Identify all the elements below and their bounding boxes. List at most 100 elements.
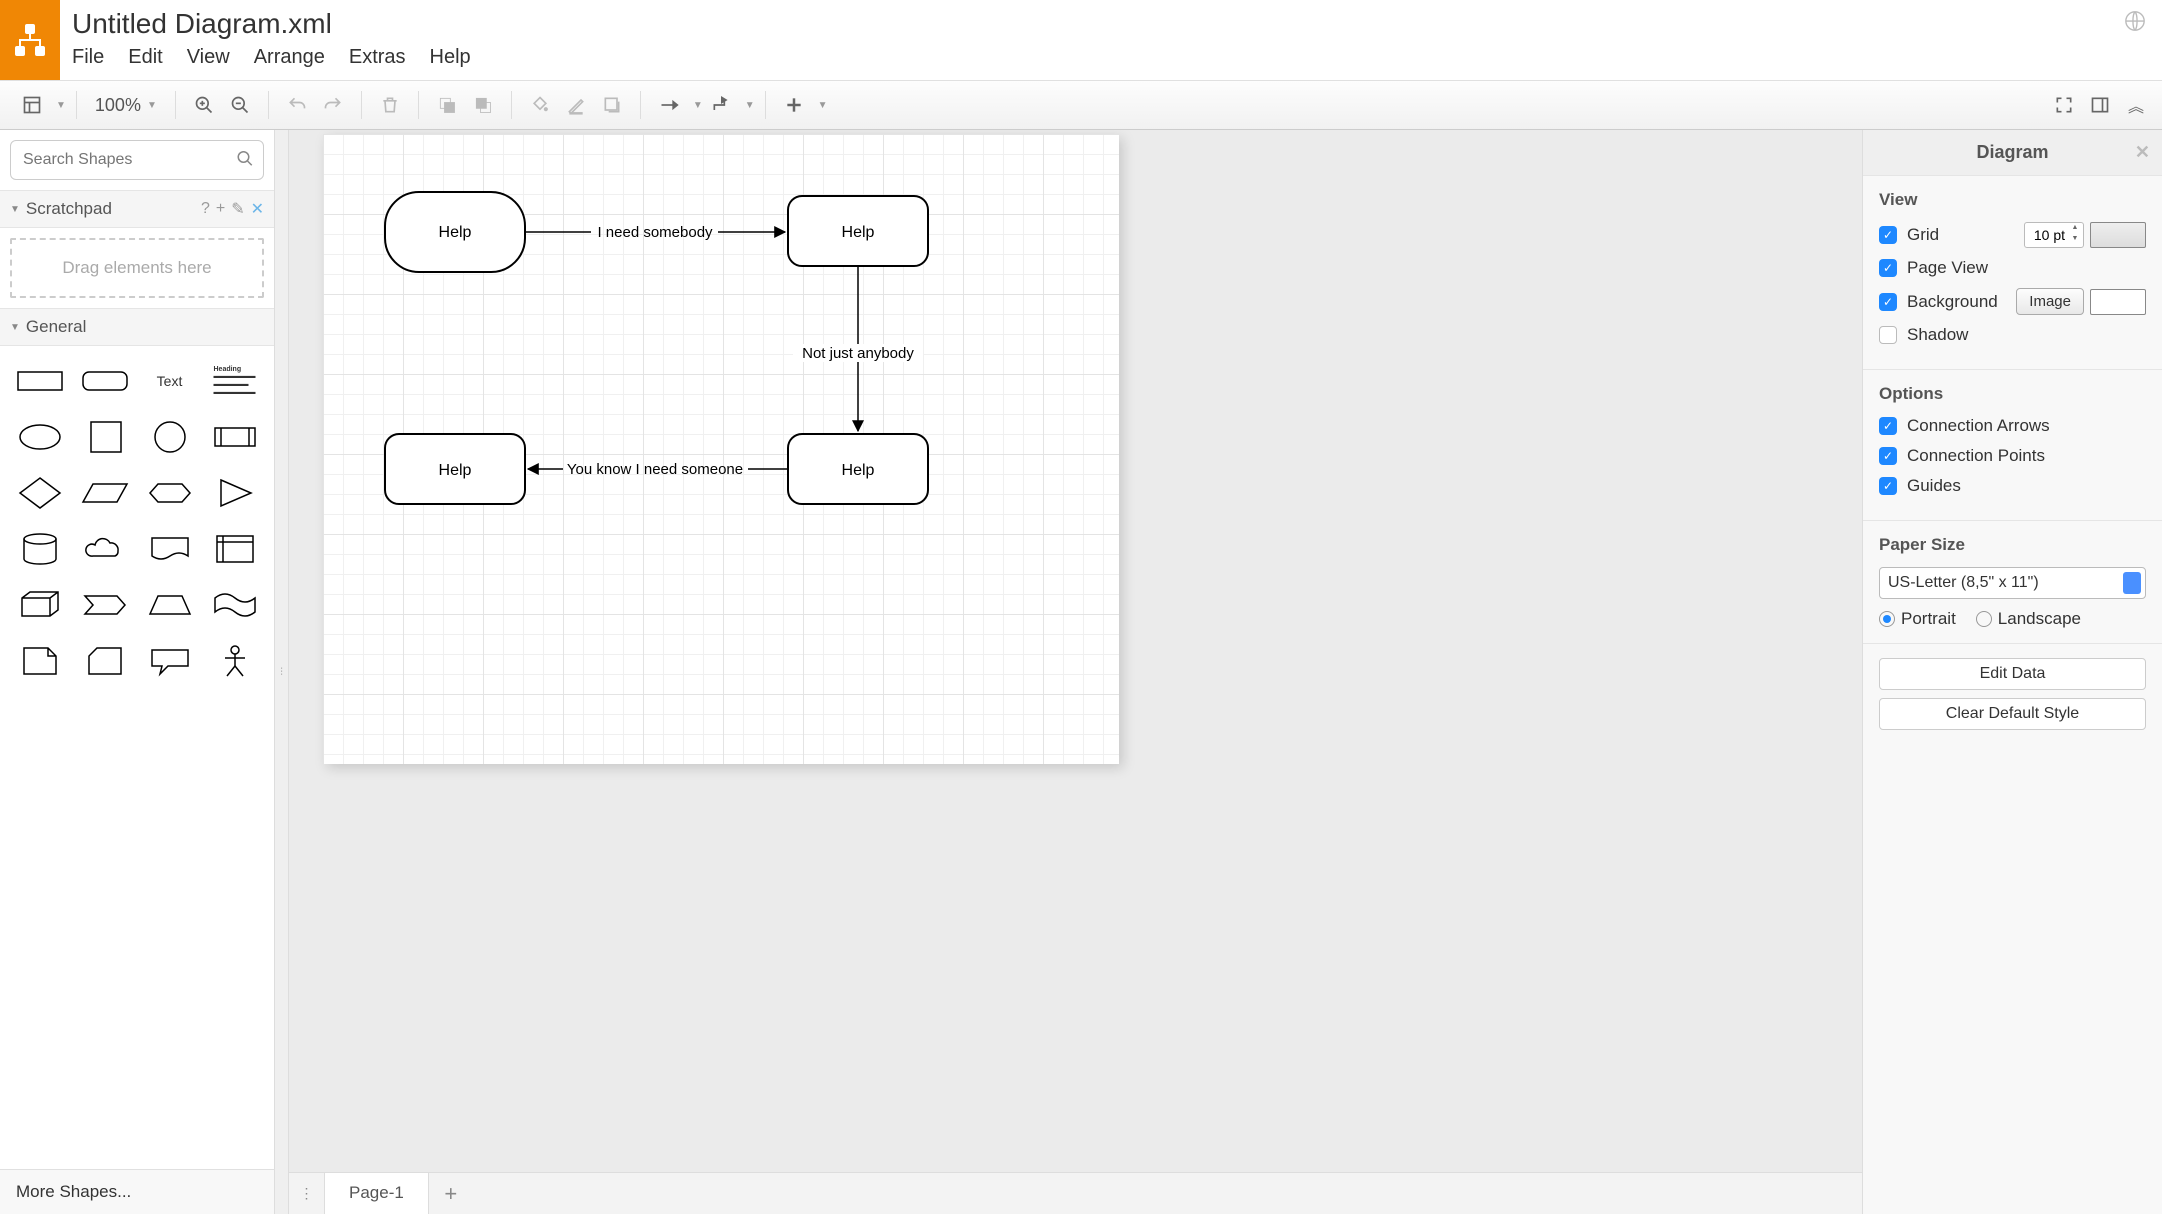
shape-textbox[interactable]: Heading▬▬▬▬▬▬▬▬▬▬▬▬▬▬▬▬▬	[207, 358, 262, 404]
plus-icon[interactable]: +	[216, 200, 225, 218]
menu-file[interactable]: File	[72, 46, 104, 69]
to-front-button[interactable]	[429, 87, 465, 123]
svg-text:You know I need someone: You know I need someone	[567, 461, 743, 478]
diagram-edge-1[interactable]: I need somebody	[525, 224, 785, 241]
options-heading: Options	[1879, 384, 2146, 404]
document-title[interactable]: Untitled Diagram.xml	[72, 8, 2096, 40]
paper-size-select[interactable]: US-Letter (8,5" x 11")	[1879, 567, 2146, 599]
landscape-radio[interactable]: Landscape	[1976, 609, 2081, 629]
menu-arrange[interactable]: Arrange	[254, 46, 325, 69]
search-shapes-input[interactable]	[10, 140, 264, 180]
delete-button[interactable]	[372, 87, 408, 123]
chevron-down-icon[interactable]: ▼	[56, 100, 66, 111]
shape-cloud[interactable]	[77, 526, 132, 572]
connection-style-button[interactable]	[651, 87, 687, 123]
shape-hexagon[interactable]	[142, 470, 197, 516]
menu-edit[interactable]: Edit	[128, 46, 162, 69]
shape-card[interactable]	[77, 638, 132, 684]
diagram-edge-2[interactable]: Not just anybody	[793, 266, 923, 431]
edit-data-button[interactable]: Edit Data	[1879, 658, 2146, 690]
grid-checkbox[interactable]: ✓	[1879, 226, 1897, 244]
zoom-in-button[interactable]	[186, 87, 222, 123]
redo-button[interactable]	[315, 87, 351, 123]
sidebar-splitter[interactable]: ⫶	[275, 130, 289, 1214]
edit-icon[interactable]: ✎	[231, 199, 244, 219]
scratchpad-header[interactable]: ▼Scratchpad ? + ✎ ✕	[0, 190, 274, 228]
zoom-out-button[interactable]	[222, 87, 258, 123]
shape-tape[interactable]	[207, 582, 262, 628]
diagram-edge-3[interactable]: You know I need someone	[528, 461, 788, 478]
svg-text:Help: Help	[439, 462, 472, 479]
to-back-button[interactable]	[465, 87, 501, 123]
language-icon[interactable]	[2108, 0, 2162, 45]
app-logo[interactable]	[0, 0, 60, 80]
shape-rectangle[interactable]	[12, 358, 67, 404]
clear-default-style-button[interactable]: Clear Default Style	[1879, 698, 2146, 730]
background-image-button[interactable]: Image	[2016, 288, 2084, 315]
insert-button[interactable]	[776, 87, 812, 123]
background-color-swatch[interactable]	[2090, 289, 2146, 315]
portrait-radio[interactable]: Portrait	[1879, 609, 1956, 629]
shape-internal-storage[interactable]	[207, 526, 262, 572]
collapse-button[interactable]: ︽	[2118, 87, 2154, 123]
shape-step[interactable]	[77, 582, 132, 628]
shape-text[interactable]: Text	[142, 358, 197, 404]
close-icon[interactable]: ✕	[2135, 142, 2150, 163]
shape-rounded-rectangle[interactable]	[77, 358, 132, 404]
shadow-button[interactable]	[594, 87, 630, 123]
shape-parallelogram[interactable]	[77, 470, 132, 516]
chevron-down-icon[interactable]: ▼	[693, 100, 703, 111]
undo-button[interactable]	[279, 87, 315, 123]
shape-process[interactable]	[207, 414, 262, 460]
shape-callout[interactable]	[142, 638, 197, 684]
tab-page-1[interactable]: Page-1	[325, 1173, 429, 1214]
shape-square[interactable]	[77, 414, 132, 460]
line-color-button[interactable]	[558, 87, 594, 123]
shape-triangle[interactable]	[207, 470, 262, 516]
shape-actor[interactable]	[207, 638, 262, 684]
connection-points-checkbox[interactable]: ✓	[1879, 447, 1897, 465]
scratchpad-dropzone[interactable]: Drag elements here	[10, 238, 264, 298]
chevron-down-icon[interactable]: ▼	[745, 100, 755, 111]
close-icon[interactable]: ✕	[251, 199, 264, 219]
connection-arrows-checkbox[interactable]: ✓	[1879, 417, 1897, 435]
fullscreen-button[interactable]	[2046, 87, 2082, 123]
shape-trapezoid[interactable]	[142, 582, 197, 628]
general-header[interactable]: ▼General	[0, 308, 274, 346]
diagram-node-3[interactable]: Help	[788, 434, 928, 504]
diagram-node-1[interactable]: Help	[385, 192, 525, 272]
waypoint-style-button[interactable]	[703, 87, 739, 123]
shadow-checkbox[interactable]	[1879, 326, 1897, 344]
page-view-checkbox[interactable]: ✓	[1879, 259, 1897, 277]
shape-ellipse[interactable]	[12, 414, 67, 460]
grid-color-swatch[interactable]	[2090, 222, 2146, 248]
shape-cube[interactable]	[12, 582, 67, 628]
guides-checkbox[interactable]: ✓	[1879, 477, 1897, 495]
help-icon[interactable]: ?	[201, 200, 210, 218]
shape-diamond[interactable]	[12, 470, 67, 516]
chevron-down-icon[interactable]: ▼	[818, 100, 828, 111]
stepper-icon[interactable]: ▲▼	[2068, 224, 2082, 246]
add-page-button[interactable]: +	[429, 1173, 473, 1214]
pages-menu-button[interactable]: ⋮	[289, 1173, 325, 1214]
shape-circle[interactable]	[142, 414, 197, 460]
diagram-node-4[interactable]: Help	[385, 434, 525, 504]
shape-cylinder[interactable]	[12, 526, 67, 572]
canvas[interactable]: Help Help Help Help	[289, 130, 1862, 1214]
more-shapes-button[interactable]: More Shapes...	[0, 1169, 275, 1214]
menu-help[interactable]: Help	[430, 46, 471, 69]
shape-note[interactable]	[12, 638, 67, 684]
menu-extras[interactable]: Extras	[349, 46, 406, 69]
background-checkbox[interactable]: ✓	[1879, 293, 1897, 311]
fill-color-button[interactable]	[522, 87, 558, 123]
background-label: Background	[1907, 292, 1998, 312]
format-panel-button[interactable]	[2082, 87, 2118, 123]
svg-text:Not just anybody: Not just anybody	[802, 345, 914, 362]
diagram-node-2[interactable]: Help	[788, 196, 928, 266]
shape-document[interactable]	[142, 526, 197, 572]
search-icon[interactable]	[236, 150, 254, 171]
grid-label: Grid	[1907, 225, 1939, 245]
zoom-level[interactable]: 100%▼	[87, 95, 165, 116]
menu-view[interactable]: View	[187, 46, 230, 69]
layout-view-button[interactable]	[14, 87, 50, 123]
